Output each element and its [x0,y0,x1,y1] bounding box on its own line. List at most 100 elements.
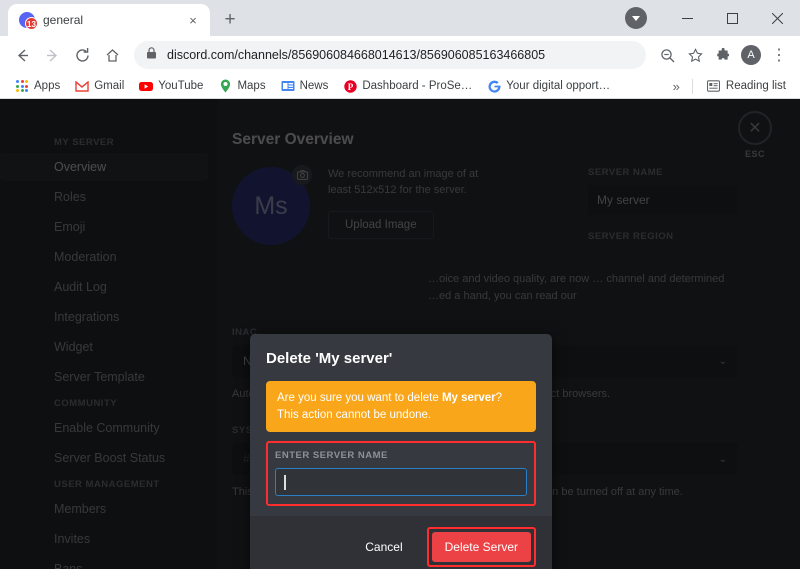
google-icon [487,79,501,93]
browser-menu-button[interactable]: ⋮ [766,42,792,68]
home-button[interactable] [98,41,126,69]
sidebar-item-audit-log[interactable]: Audit Log [0,273,208,301]
bookmark-maps[interactable]: Maps [212,76,271,96]
minimize-button[interactable] [665,2,710,34]
sidebar-item-overview[interactable]: Overview [0,153,208,181]
sidebar-item-members[interactable]: Members [0,495,208,523]
tab-close-icon[interactable]: × [184,11,202,29]
zoom-icon[interactable] [654,42,680,68]
warning-banner: Are you sure you want to delete My serve… [266,381,536,433]
extensions-puzzle-icon[interactable] [710,42,736,68]
settings-sidebar: My Server Overview Roles Emoji Moderatio… [0,99,218,569]
bookmark-label: Dashboard - ProSe… [362,80,473,92]
bookmarks-overflow-button[interactable]: » [669,79,684,94]
bookmark-news[interactable]: News [275,76,335,96]
sidebar-item-label: Server Template [54,370,145,384]
delete-server-button[interactable]: Delete Server [431,532,531,563]
url-text: discord.com/channels/856906084668014613/… [167,48,546,62]
sidebar-item-enable-community[interactable]: Enable Community [0,414,208,442]
back-button[interactable] [8,41,36,69]
sidebar-item-label: Audit Log [54,280,107,294]
sidebar-item-label: Bans [54,562,83,569]
bookmark-youtube[interactable]: YouTube [133,76,209,96]
apps-grid-icon [15,79,29,93]
sidebar-item-widget[interactable]: Widget [0,333,208,361]
server-name-input[interactable]: My server [588,185,738,215]
bookmark-label: Apps [34,80,61,92]
window-controls [625,0,800,36]
sidebar-item-label: Server Boost Status [54,451,166,465]
address-bar[interactable]: discord.com/channels/856906084668014613/… [134,41,646,69]
bookmark-label: Maps [237,80,266,92]
maximize-button[interactable] [710,2,755,34]
web-page: My Server Overview Roles Emoji Moderatio… [0,99,800,569]
region-section: …oice and video quality, are now … chann… [232,271,738,305]
new-tab-button[interactable]: + [216,6,244,34]
server-region-label: Server Region [588,231,674,242]
bookmark-star-icon[interactable] [682,42,708,68]
reload-button[interactable] [68,41,96,69]
delete-server-button-highlight: Delete Server [426,527,536,568]
sidebar-item-server-boost-status[interactable]: Server Boost Status [0,444,208,472]
sidebar-section-title: My Server [54,137,115,148]
sidebar-item-bans[interactable]: Bans [0,555,208,569]
server-name-confirm-group: Enter Server Name [266,441,536,507]
close-window-button[interactable] [755,2,800,34]
chevron-down-icon: ⌄ [718,355,727,367]
sidebar-item-label: Members [54,502,107,516]
enter-server-name-input[interactable] [275,468,527,497]
maps-pin-icon [218,79,232,93]
bookmark-label: Gmail [94,80,125,92]
tab-badge-count: 13 [25,17,38,30]
bookmark-dashboard[interactable]: P Dashboard - ProSe… [337,76,478,96]
image-upload-icon[interactable] [292,165,312,185]
sidebar-item-label: Widget [54,340,93,354]
svg-text:P: P [348,82,354,92]
server-avatar[interactable]: Ms [232,165,312,245]
enter-server-name-label: Enter Server Name [275,450,388,462]
sidebar-item-invites[interactable]: Invites [0,525,208,553]
sidebar-item-label: Emoji [54,220,86,234]
warning-server-name: My server [441,392,496,404]
hash-icon: # [243,452,250,467]
sidebar-item-moderation[interactable]: Moderation [0,243,208,271]
browser-tab[interactable]: 13 general × [8,4,210,36]
avatar-initials: Ms [254,191,288,220]
reading-list-button[interactable]: Reading list [701,76,792,96]
reading-list-icon [707,79,721,93]
text-cursor [284,474,286,490]
cancel-button[interactable]: Cancel [351,532,416,562]
profile-chip-icon[interactable] [625,7,647,29]
bookmark-gmail[interactable]: Gmail [69,76,130,96]
profile-avatar[interactable]: A [741,45,761,65]
bookmark-your-digital-opportunity[interactable]: Your digital opport… [481,76,616,96]
sidebar-item-server-template[interactable]: Server Template [0,363,208,391]
sidebar-section-title: User Management [54,479,160,490]
upload-column: We recommend an image of at least 512x51… [328,167,570,239]
gmail-icon [75,79,89,93]
upload-image-button[interactable]: Upload Image [328,210,434,239]
chevron-down-icon: ⌄ [718,453,727,465]
server-name-field: Server Name My server Server Region [588,167,738,249]
image-recommendation-text: We recommend an image of at least 512x51… [328,168,479,196]
divider [691,78,693,94]
bookmark-apps[interactable]: Apps [9,76,66,96]
delete-server-modal: Delete 'My server' Are you sure you want… [250,334,552,569]
pinterest-icon: P [343,79,357,93]
discord-icon: 13 [19,12,38,30]
bookmarks-bar: Apps Gmail YouTube Maps News P Dashboard… [0,74,800,99]
sidebar-item-roles[interactable]: Roles [0,183,208,211]
forward-button[interactable] [38,41,66,69]
browser-titlebar: 13 general × + [0,0,800,36]
reading-list-label: Reading list [725,80,786,92]
page-title: Server Overview [232,131,354,148]
sidebar-item-emoji[interactable]: Emoji [0,213,208,241]
browser-window: 13 general × + discord.com/channels/8569… [0,0,800,569]
sidebar-item-label: Invites [54,532,91,546]
sidebar-item-label: Integrations [54,310,120,324]
close-settings-button[interactable]: ✕ ESC [738,111,772,159]
sidebar-item-integrations[interactable]: Integrations [0,303,208,331]
close-icon: ✕ [738,111,772,145]
server-overview-row: Ms We recommend an image of at least 512… [232,165,738,249]
modal-footer: Cancel Delete Server [250,516,552,569]
